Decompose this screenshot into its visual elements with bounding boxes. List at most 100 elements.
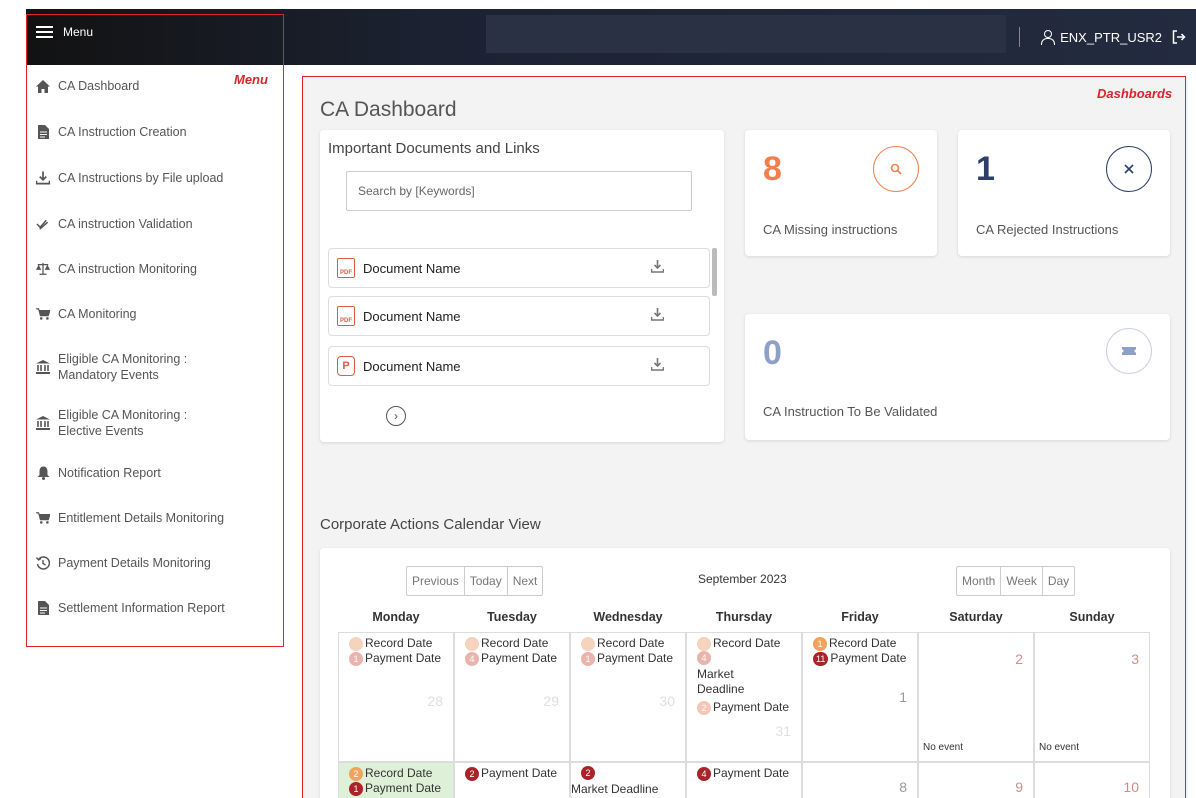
sidebar-item-label: CA instruction Monitoring xyxy=(58,262,197,276)
top-search-area[interactable] xyxy=(486,15,1006,53)
document-row[interactable]: PDF Document Name xyxy=(328,248,710,288)
calendar-cell[interactable]: 3 No event xyxy=(1034,632,1150,762)
day-header: Saturday xyxy=(949,610,1003,624)
username[interactable]: ENX_PTR_USR2 xyxy=(1060,30,1162,45)
today-button[interactable]: Today xyxy=(465,567,508,595)
calendar-event[interactable]: 1 Payment Date xyxy=(349,781,453,796)
download-icon[interactable] xyxy=(649,358,665,374)
week-view-button[interactable]: Week xyxy=(1001,567,1043,595)
calendar-month: September 2023 xyxy=(698,572,787,586)
user-icon xyxy=(1040,30,1056,45)
event-label: Payment Date xyxy=(365,781,442,795)
rejected-label: CA Rejected Instructions xyxy=(976,222,1119,237)
sidebar-item-eligible-elective[interactable]: Eligible CA Monitoring : Elective Events xyxy=(36,407,187,439)
calendar-cell[interactable]: 10 xyxy=(1034,762,1150,798)
calendar-event[interactable]: 1 Payment Date xyxy=(581,651,685,666)
previous-button[interactable]: Previous xyxy=(407,567,465,595)
event-count-badge: 2 xyxy=(697,700,711,715)
history-icon xyxy=(36,556,50,570)
event-label: Payment Date xyxy=(830,651,907,665)
documents-scrollbar[interactable] xyxy=(712,248,717,296)
day-header: Monday xyxy=(372,610,420,624)
calendar-card: Previous Today Next September 2023 Month… xyxy=(320,548,1170,798)
sidebar-item-ca-monitoring[interactable]: CA Monitoring xyxy=(36,307,137,321)
documents-search-input[interactable] xyxy=(346,171,692,211)
calendar-cell[interactable]: 2 Payment Date xyxy=(454,762,570,798)
menu-annotation-label: Menu xyxy=(234,72,268,87)
calendar-event[interactable]: Record Date xyxy=(465,636,569,651)
calendar-cell[interactable]: Record Date 1 Payment Date 30 xyxy=(570,632,686,762)
calendar-cell[interactable]: 9 xyxy=(918,762,1034,798)
document-name: Document Name xyxy=(363,260,461,276)
missing-instructions-card[interactable]: 8 CA Missing instructions xyxy=(745,130,937,256)
event-count-badge: 4 xyxy=(697,651,711,665)
calendar-cell[interactable]: 8 xyxy=(802,762,918,798)
event-count-badge xyxy=(349,636,363,651)
calendar-event[interactable]: 4 Payment Date xyxy=(465,651,569,666)
p-doc-icon: P xyxy=(337,356,355,376)
calendar-cell[interactable]: 2 Market Deadline xyxy=(570,762,686,798)
calendar-event[interactable]: 2 Market Deadline xyxy=(571,766,661,797)
day-number: 1 xyxy=(899,689,907,705)
event-count-badge xyxy=(465,636,479,651)
day-view-button[interactable]: Day xyxy=(1043,567,1074,595)
calendar-event[interactable]: 1 Record Date xyxy=(813,636,917,651)
sidebar-item-payment-monitoring[interactable]: Payment Details Monitoring xyxy=(36,556,211,570)
sidebar-item-instruction-validation[interactable]: CA instruction Validation xyxy=(36,217,193,231)
logout-icon[interactable] xyxy=(1172,30,1186,44)
calendar-cell[interactable]: Record Date 1 Payment Date 28 xyxy=(338,632,454,762)
sidebar-item-settlement-report[interactable]: Settlement Information Report xyxy=(36,601,225,615)
sidebar-item-entitlement-monitoring[interactable]: Entitlement Details Monitoring xyxy=(36,511,224,525)
sidebar-item-file-upload[interactable]: CA Instructions by File upload xyxy=(36,171,223,185)
sidebar-item-ca-dashboard[interactable]: CA Dashboard xyxy=(36,79,139,93)
calendar-cell[interactable]: 4 Payment Date xyxy=(686,762,802,798)
document-row[interactable]: PDF Document Name xyxy=(328,296,710,336)
event-count-badge: 2 xyxy=(349,766,363,781)
calendar-cell[interactable]: Record Date 4 Payment Date 29 xyxy=(454,632,570,762)
sidebar-item-label: Payment Details Monitoring xyxy=(58,556,211,570)
documents-title: Important Documents and Links xyxy=(328,140,540,157)
sidebar-item-eligible-mandatory[interactable]: Eligible CA Monitoring : Mandatory Event… xyxy=(36,351,187,383)
sidebar-item-notification-report[interactable]: Notification Report xyxy=(36,466,161,480)
download-icon[interactable] xyxy=(649,260,665,276)
calendar-nav-buttons: Previous Today Next xyxy=(406,566,544,596)
download-icon[interactable] xyxy=(649,308,665,324)
next-button[interactable]: Next xyxy=(508,567,543,595)
page-title: CA Dashboard xyxy=(320,98,457,121)
sidebar-item-instruction-monitoring[interactable]: CA instruction Monitoring xyxy=(36,262,197,276)
calendar-event[interactable]: Record Date xyxy=(349,636,453,651)
bank-icon xyxy=(36,416,50,430)
day-number: 3 xyxy=(1131,651,1139,667)
menu-button[interactable]: Menu xyxy=(36,25,93,39)
calendar-event[interactable]: 2 Payment Date xyxy=(465,766,569,781)
chevron-right-icon[interactable]: › xyxy=(386,406,406,426)
calendar-event[interactable]: Record Date xyxy=(687,636,801,651)
event-label: Payment Date xyxy=(365,651,442,665)
day-number: 9 xyxy=(1015,779,1023,795)
dashboards-annotation-label: Dashboards xyxy=(1097,86,1173,101)
sidebar-item-label: CA Dashboard xyxy=(58,79,140,93)
calendar-cell[interactable]: 1 Record Date 11 Payment Date 1 xyxy=(802,632,918,762)
no-event-label: No event xyxy=(1039,742,1080,753)
sidebar-item-ca-instruction-creation[interactable]: CA Instruction Creation xyxy=(36,125,187,139)
to-be-validated-card[interactable]: 0 CA Instruction To Be Validated xyxy=(745,314,1170,440)
month-view-button[interactable]: Month xyxy=(957,567,1002,595)
pdf-icon: PDF xyxy=(337,306,355,326)
calendar-event[interactable]: 1 Payment Date xyxy=(349,651,453,666)
hamburger-icon xyxy=(36,26,53,38)
calendar-cell[interactable]: Record Date 4 Market Deadline 2 Payment Da… xyxy=(686,632,802,762)
document-row[interactable]: P Document Name xyxy=(328,346,710,386)
calendar-event[interactable]: 2 Record Date xyxy=(349,766,453,781)
calendar-cell[interactable]: 2 No event xyxy=(918,632,1034,762)
rejected-instructions-card[interactable]: 1 CA Rejected Instructions xyxy=(958,130,1170,256)
calendar-cell[interactable]: 2 Record Date 1 Payment Date xyxy=(338,762,454,798)
to-be-validated-count: 0 xyxy=(763,334,782,372)
file-icon xyxy=(36,601,50,615)
calendar-event[interactable]: Record Date xyxy=(581,636,685,651)
calendar-event[interactable]: 4 Payment Date xyxy=(697,766,801,781)
calendar-event[interactable]: 2 Payment Date xyxy=(687,700,801,715)
day-number: 8 xyxy=(899,779,907,795)
calendar-event[interactable]: 4 Market Deadline xyxy=(687,651,767,697)
calendar-event[interactable]: 11 Payment Date xyxy=(813,651,917,666)
double-check-icon xyxy=(36,217,50,231)
